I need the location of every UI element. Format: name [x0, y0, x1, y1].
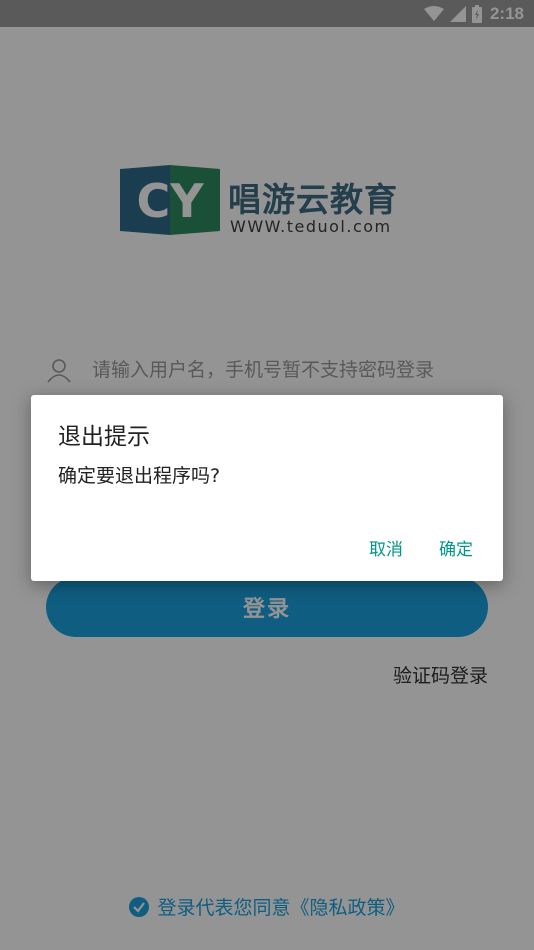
exit-dialog: 退出提示 确定要退出程序吗? 取消 确定 [31, 395, 503, 581]
dialog-actions: 取消 确定 [369, 535, 473, 560]
confirm-button[interactable]: 确定 [439, 535, 473, 560]
dialog-title: 退出提示 [58, 424, 150, 450]
cancel-button[interactable]: 取消 [369, 535, 403, 560]
dialog-message: 确定要退出程序吗? [58, 465, 221, 487]
